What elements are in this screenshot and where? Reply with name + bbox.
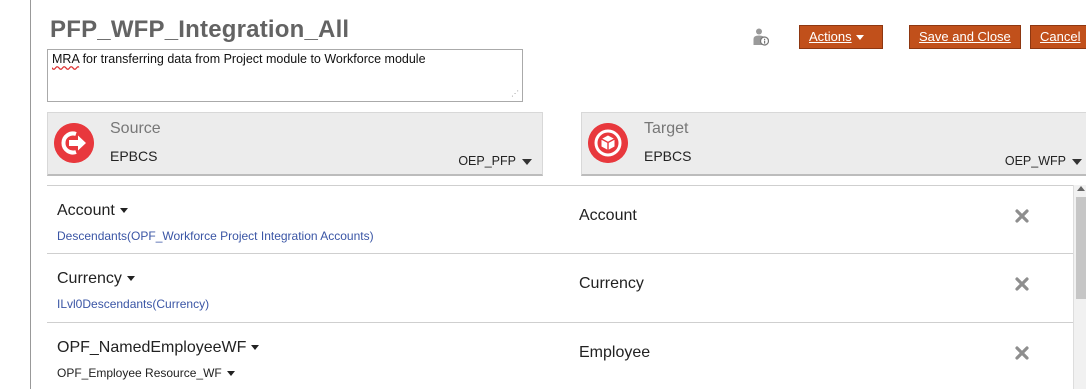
source-dimension-label: Currency <box>57 270 122 287</box>
chevron-down-icon <box>1072 158 1082 165</box>
description-textarea[interactable]: MRA for transferring data from Project m… <box>47 49 523 102</box>
source-dimension-dropdown[interactable]: Currency <box>57 270 135 288</box>
source-panel: Source EPBCS OEP_PFP <box>47 112 543 176</box>
target-label: Target <box>644 120 689 137</box>
page-title: PFP_WFP_Integration_All <box>50 16 350 43</box>
source-dimension-label: Account <box>57 202 115 219</box>
mapping-row: OPF_NamedEmployeeWF OPF_Employee Resourc… <box>47 323 1073 389</box>
actions-button-label: Actions <box>809 29 852 44</box>
target-dimension-label: Employee <box>579 344 651 361</box>
save-and-close-button[interactable]: Save and Close <box>909 25 1021 49</box>
chevron-down-icon <box>522 158 532 165</box>
integration-editor: PFP_WFP_Integration_All MRA for transfer… <box>30 0 1086 389</box>
source-label: Source <box>110 120 161 137</box>
cancel-button[interactable]: Cancel <box>1030 25 1086 49</box>
delete-icon[interactable] <box>1014 276 1030 292</box>
description-spellcheck-word: MRA <box>52 52 80 66</box>
resize-grip-icon[interactable]: ⋰ <box>511 90 519 98</box>
member-selection-dropdown[interactable]: OPF_Employee Resource_WF <box>57 366 235 380</box>
target-dimension-label: Currency <box>579 275 644 292</box>
chevron-down-icon <box>251 345 260 351</box>
target-panel: Target EPBCS OEP_WFP <box>581 112 1086 176</box>
member-selection-link[interactable]: ILvl0Descendants(Currency) <box>57 297 209 311</box>
mapping-row: Currency ILvl0Descendants(Currency) Curr… <box>47 254 1073 323</box>
chevron-down-icon <box>226 371 235 377</box>
source-dimension-dropdown[interactable]: OPF_NamedEmployeeWF <box>57 339 260 357</box>
source-app-dropdown[interactable]: OEP_PFP <box>458 154 532 168</box>
member-selection-label: OPF_Employee Resource_WF <box>57 366 222 380</box>
source-dimension-dropdown[interactable]: Account <box>57 202 128 220</box>
delete-icon[interactable] <box>1014 345 1030 361</box>
scroll-up-icon[interactable] <box>1077 186 1085 191</box>
chevron-down-icon <box>119 208 128 214</box>
target-cube-icon <box>588 123 628 163</box>
target-app-dropdown[interactable]: OEP_WFP <box>1005 154 1082 168</box>
source-type: EPBCS <box>110 148 158 164</box>
scroll-thumb[interactable] <box>1076 197 1086 299</box>
target-app-value: OEP_WFP <box>1004 154 1066 168</box>
user-info-icon[interactable] <box>753 28 769 46</box>
vertical-scrollbar[interactable] <box>1073 185 1086 389</box>
delete-icon[interactable] <box>1014 208 1030 224</box>
source-app-value: OEP_PFP <box>458 154 516 168</box>
exit-arrow-icon <box>54 123 94 163</box>
actions-button[interactable]: Actions <box>799 25 883 49</box>
target-type: EPBCS <box>644 148 692 164</box>
description-text: for transferring data from Project modul… <box>79 52 426 66</box>
chevron-down-icon <box>855 35 864 41</box>
member-selection-link[interactable]: Descendants(OPF_Workforce Project Integr… <box>57 229 374 243</box>
source-dimension-label: OPF_NamedEmployeeWF <box>57 339 247 356</box>
target-dimension-label: Account <box>579 207 637 224</box>
dimension-mapping-list: Account Descendants(OPF_Workforce Projec… <box>47 185 1073 389</box>
chevron-down-icon <box>126 276 135 282</box>
mapping-row: Account Descendants(OPF_Workforce Projec… <box>47 185 1073 254</box>
